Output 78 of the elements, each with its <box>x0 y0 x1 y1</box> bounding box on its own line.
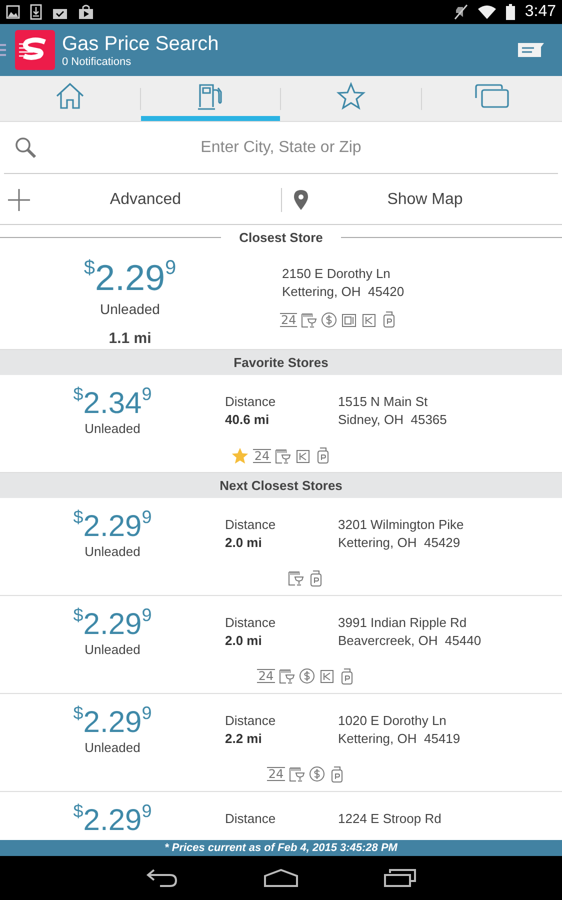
distance-label: Distance <box>225 810 277 828</box>
section-heading: Closest Store <box>238 228 324 247</box>
price: $^{$}$2.29$^{9}$ <box>73 708 152 738</box>
battery-icon <box>506 4 515 20</box>
image-icon <box>6 5 20 19</box>
distance-value: 2.0 mi <box>225 534 263 552</box>
app-title: Gas Price Search <box>62 32 219 56</box>
price: $^{$}$2.34$^{9}$ <box>73 389 152 419</box>
distance-label: Distance <box>225 516 277 534</box>
distance-label: Distance <box>225 712 277 730</box>
address-line: 3201 Wilmington Pike <box>338 516 464 534</box>
plus-icon <box>8 188 30 210</box>
open-24-hours-label: 24 <box>253 448 271 462</box>
message-icon[interactable] <box>518 42 544 58</box>
propane-tank-icon <box>308 570 324 586</box>
coin-icon <box>321 312 338 328</box>
address-line: Kettering, OH 45420 <box>282 283 404 301</box>
address-line: 1515 N Main St <box>338 393 429 411</box>
windows-icon <box>474 83 510 109</box>
coin-icon <box>308 766 325 782</box>
store-icon <box>278 668 295 684</box>
price: $^{$}$2.29$^{9}$ <box>84 260 176 296</box>
distance-label: Distance <box>225 614 277 632</box>
distance-value: 40.6 mi <box>225 411 270 429</box>
propane-tank-icon <box>381 311 398 328</box>
fuel-grade: Unleaded <box>84 420 140 438</box>
section-header: Next Closest Stores <box>0 473 562 498</box>
menu-icon[interactable] <box>0 43 6 57</box>
app-logo[interactable] <box>15 30 55 70</box>
play-store-icon <box>78 4 94 20</box>
fuel-grade: Unleaded <box>84 739 140 757</box>
address-line: 1020 E Dorothy Ln <box>338 712 448 730</box>
address-line: 1224 E Stroop Rd <box>338 810 442 828</box>
address-line: Beavercreek, OH 45440 <box>338 632 482 650</box>
propane-tank-icon <box>328 766 345 782</box>
clock: 3:47 <box>524 2 556 22</box>
open-24-hours-label: 24 <box>267 767 285 781</box>
address-line: Sidney, OH 45365 <box>338 411 447 429</box>
star-icon <box>336 82 366 110</box>
store-icon <box>301 312 318 328</box>
map-pin-icon <box>294 190 308 210</box>
wifi-icon <box>478 5 496 19</box>
store-icon <box>288 766 305 782</box>
download-icon <box>30 4 42 20</box>
notifications-count[interactable]: 0 Notifications <box>62 56 219 68</box>
search-icon <box>14 136 38 160</box>
open-24-hours-label: 24 <box>280 312 298 326</box>
address-line: 3991 Indian Ripple Rd <box>338 614 468 632</box>
address-line: Kettering, OH 45429 <box>338 534 462 552</box>
coin-icon <box>298 668 315 684</box>
search-field[interactable]: Enter City, State or Zip <box>38 136 558 160</box>
fuel-grade: Unleaded <box>84 543 140 561</box>
store-icon <box>288 570 304 586</box>
store-icon <box>274 448 291 464</box>
distance-value: 2.0 mi <box>225 632 263 650</box>
favorite-star-icon[interactable] <box>231 446 250 464</box>
distance-value: 2.2 mi <box>225 730 263 748</box>
price: $^{$}$2.29$^{9}$ <box>73 610 152 640</box>
open-24-hours-label: 24 <box>257 669 275 683</box>
propane-tank-icon <box>314 447 331 464</box>
advanced-button[interactable]: Advanced <box>0 175 281 224</box>
back-icon[interactable] <box>146 869 178 887</box>
address-line: Kettering, OH 45419 <box>338 730 460 748</box>
price: $^{$}$2.29$^{9}$ <box>73 806 152 836</box>
address-line: 2150 E Dorothy Ln <box>282 265 392 283</box>
fuel-grade: Unleaded <box>84 641 140 659</box>
distance-label: Distance <box>225 393 277 411</box>
price: $^{$}$2.29$^{9}$ <box>73 512 152 542</box>
recent-apps-icon[interactable] <box>384 869 416 887</box>
propane-tank-icon <box>338 668 355 684</box>
distance-value: 1.1 mi <box>108 329 152 349</box>
prices-timestamp: * Prices current as of Feb 4, 2015 3:45:28 PM <box>0 840 562 856</box>
fuel-grade: Unleaded <box>100 300 160 319</box>
mute-icon <box>454 4 468 20</box>
section-header: Favorite Stores <box>0 350 562 375</box>
home-icon <box>54 82 85 110</box>
home-icon[interactable] <box>264 869 298 887</box>
show-map-button[interactable]: Show Map <box>282 175 562 224</box>
